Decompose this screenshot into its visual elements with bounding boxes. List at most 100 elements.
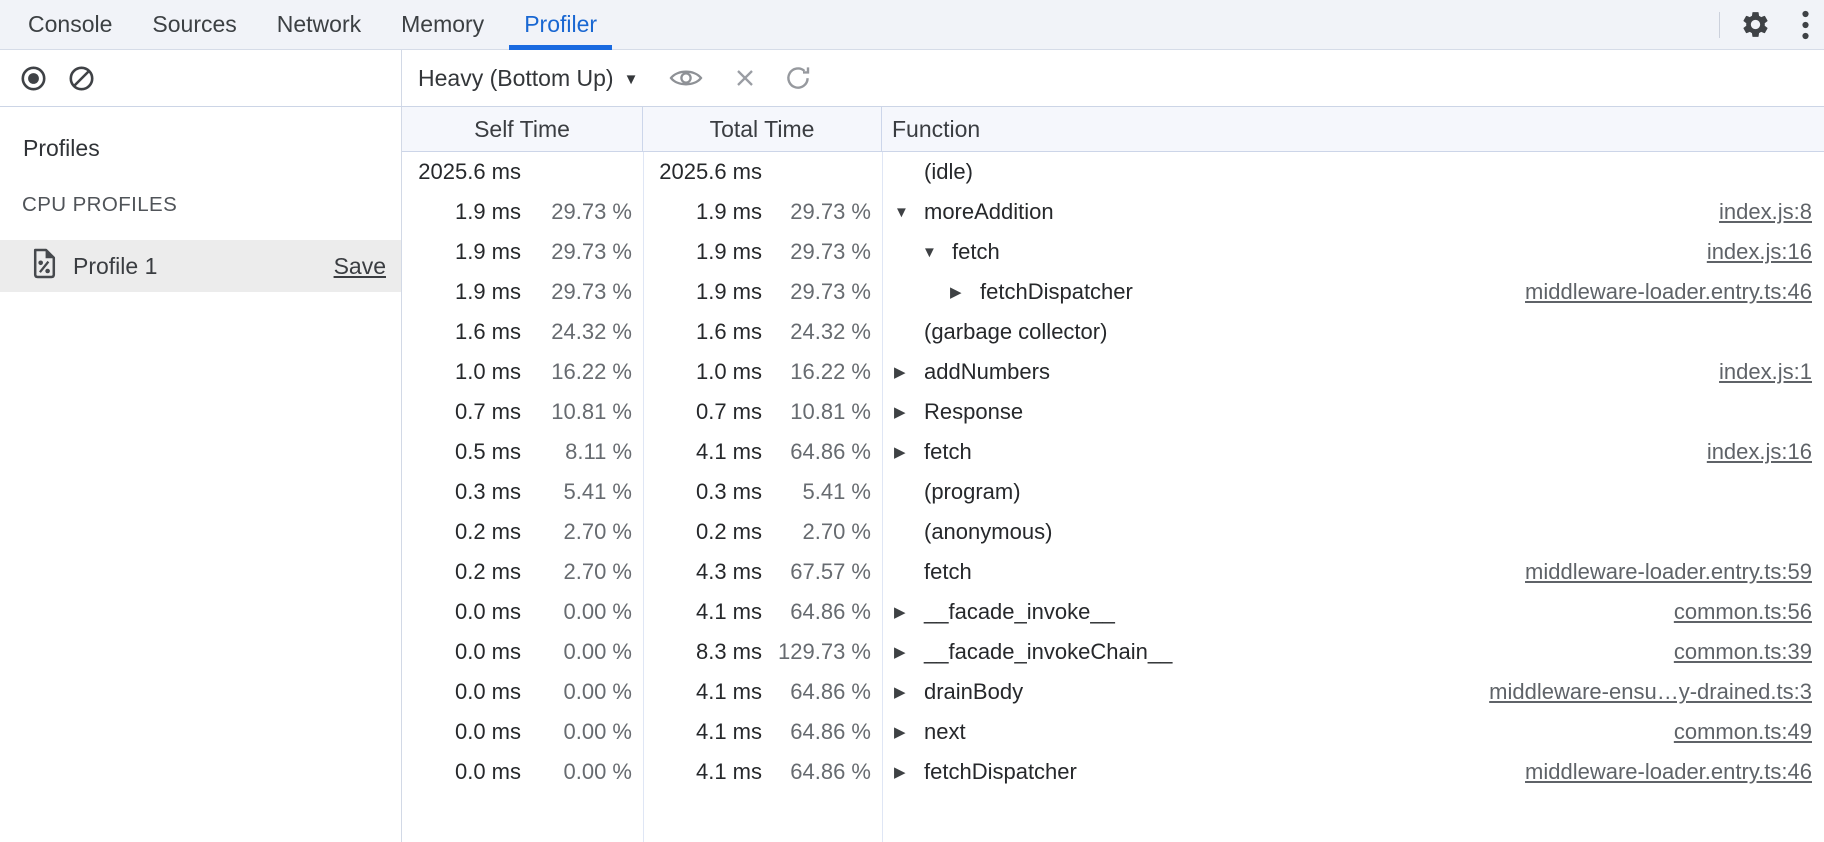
table-row[interactable]: 1.9 ms29.73 %1.9 ms29.73 %▶fetchDispatch… (402, 272, 1824, 312)
total-time-cell: 1.9 ms29.73 % (643, 232, 882, 272)
table-row[interactable]: 0.0 ms0.00 %4.1 ms64.86 %▶drainBodymiddl… (402, 672, 1824, 712)
expand-arrow-icon[interactable]: ▶ (894, 683, 924, 701)
total-time-percent: 64.86 % (762, 439, 882, 465)
record-button[interactable] (20, 65, 47, 92)
self-time-value: 1.9 ms (402, 239, 521, 265)
self-time-cell: 0.0 ms0.00 % (402, 752, 643, 792)
save-link[interactable]: Save (334, 253, 386, 280)
function-name: drainBody (924, 679, 1023, 705)
table-row[interactable]: 0.3 ms5.41 %0.3 ms5.41 %(program) (402, 472, 1824, 512)
table-row[interactable]: 2025.6 ms2025.6 ms(idle) (402, 152, 1824, 192)
total-time-percent: 5.41 % (762, 479, 882, 505)
self-time-cell: 1.6 ms24.32 % (402, 312, 643, 352)
panel-tabs: ConsoleSourcesNetworkMemoryProfiler (0, 0, 617, 49)
table-row[interactable]: 0.0 ms0.00 %4.1 ms64.86 %▶__facade_invok… (402, 592, 1824, 632)
total-time-cell: 4.1 ms64.86 % (643, 432, 882, 472)
expand-arrow-icon[interactable]: ▶ (894, 443, 924, 461)
self-time-percent: 2.70 % (521, 519, 643, 545)
table-row[interactable]: 0.0 ms0.00 %4.1 ms64.86 %▶nextcommon.ts:… (402, 712, 1824, 752)
kebab-menu-icon[interactable] (1801, 9, 1810, 41)
expand-arrow-icon[interactable]: ▶ (894, 763, 924, 781)
close-icon[interactable] (733, 66, 757, 90)
tab-memory[interactable]: Memory (384, 0, 501, 49)
eye-icon[interactable] (669, 65, 703, 91)
function-name: fetch (924, 559, 972, 585)
expand-arrow-icon[interactable]: ▶ (894, 603, 924, 621)
source-link[interactable]: common.ts:49 (1674, 719, 1824, 745)
total-time-cell: 1.6 ms24.32 % (643, 312, 882, 352)
table-row[interactable]: 0.0 ms0.00 %8.3 ms129.73 %▶__facade_invo… (402, 632, 1824, 672)
expand-arrow-icon[interactable]: ▶ (950, 283, 980, 301)
self-time-cell: 0.5 ms8.11 % (402, 432, 643, 472)
expand-arrow-icon[interactable]: ▶ (894, 723, 924, 741)
total-time-value: 4.1 ms (643, 719, 762, 745)
expand-arrow-icon[interactable]: ▶ (894, 403, 924, 421)
table-row[interactable]: 0.0 ms0.00 %4.1 ms64.86 %▶fetchDispatche… (402, 752, 1824, 792)
self-time-cell: 2025.6 ms (402, 152, 643, 192)
function-cell: ▶addNumbersindex.js:1 (882, 352, 1824, 392)
table-row[interactable]: 1.0 ms16.22 %1.0 ms16.22 %▶addNumbersind… (402, 352, 1824, 392)
source-link[interactable]: index.js:16 (1707, 439, 1824, 465)
table-row[interactable]: 1.9 ms29.73 %1.9 ms29.73 %▼moreAdditioni… (402, 192, 1824, 232)
total-time-value: 8.3 ms (643, 639, 762, 665)
settings-gear-icon[interactable] (1740, 9, 1771, 40)
self-time-percent: 29.73 % (521, 199, 643, 225)
expand-arrow-icon[interactable]: ▼ (922, 244, 952, 261)
table-row[interactable]: 0.2 ms2.70 %4.3 ms67.57 %fetchmiddleware… (402, 552, 1824, 592)
self-time-cell: 0.0 ms0.00 % (402, 632, 643, 672)
table-row[interactable]: 1.9 ms29.73 %1.9 ms29.73 %▼fetchindex.js… (402, 232, 1824, 272)
expand-arrow-icon[interactable]: ▶ (894, 363, 924, 381)
function-header[interactable]: Function (882, 107, 1824, 151)
source-link[interactable]: index.js:16 (1707, 239, 1824, 265)
source-link[interactable]: middleware-loader.entry.ts:59 (1525, 559, 1824, 585)
tab-network[interactable]: Network (260, 0, 378, 49)
tab-console[interactable]: Console (11, 0, 129, 49)
function-cell: ▼moreAdditionindex.js:8 (882, 192, 1824, 232)
function-cell: ▶__facade_invoke__common.ts:56 (882, 592, 1824, 632)
source-link[interactable]: index.js:1 (1719, 359, 1824, 385)
self-time-cell: 1.0 ms16.22 % (402, 352, 643, 392)
total-time-percent: 29.73 % (762, 279, 882, 305)
expand-arrow-icon[interactable]: ▶ (894, 643, 924, 661)
source-link[interactable]: common.ts:39 (1674, 639, 1824, 665)
self-time-cell: 0.2 ms2.70 % (402, 552, 643, 592)
source-link[interactable]: common.ts:56 (1674, 599, 1824, 625)
table-row[interactable]: 0.2 ms2.70 %0.2 ms2.70 %(anonymous) (402, 512, 1824, 552)
total-time-value: 0.3 ms (643, 479, 762, 505)
table-row[interactable]: 0.7 ms10.81 %0.7 ms10.81 %▶Response (402, 392, 1824, 432)
function-cell: ▶drainBody middleware-ensu…y-drained.ts:3 (882, 672, 1824, 712)
function-name: (garbage collector) (924, 319, 1107, 345)
table-row[interactable]: 1.6 ms24.32 %1.6 ms24.32 % (garbage colle… (402, 312, 1824, 352)
self-time-percent: 2.70 % (521, 559, 643, 585)
source-link[interactable]: middleware-loader.entry.ts:46 (1525, 279, 1824, 305)
self-time-value: 0.2 ms (402, 519, 521, 545)
profile-item[interactable]: Profile 1 Save (0, 240, 401, 292)
source-link[interactable]: index.js:8 (1719, 199, 1824, 225)
function-cell: ▶fetchindex.js:16 (882, 432, 1824, 472)
function-name: fetch (952, 239, 1000, 265)
total-time-value: 0.7 ms (643, 399, 762, 425)
self-time-percent: 16.22 % (521, 359, 643, 385)
self-time-cell: 0.0 ms0.00 % (402, 712, 643, 752)
total-time-header[interactable]: Total Time (643, 107, 882, 151)
indent-spacer (894, 292, 950, 293)
profile-document-icon (31, 247, 58, 285)
indent-spacer (894, 252, 922, 253)
total-time-value: 4.1 ms (643, 759, 762, 785)
self-time-percent: 0.00 % (521, 759, 643, 785)
tab-profiler[interactable]: Profiler (507, 0, 614, 49)
total-time-value: 0.2 ms (643, 519, 762, 545)
function-cell: fetch middleware-loader.entry.ts:59 (882, 552, 1824, 592)
source-link[interactable]: middleware-ensu…y-drained.ts:3 (1489, 679, 1824, 705)
table-row[interactable]: 0.5 ms8.11 %4.1 ms64.86 %▶fetchindex.js:… (402, 432, 1824, 472)
view-mode-dropdown[interactable]: Heavy (Bottom Up) ▼ (418, 65, 638, 92)
self-time-cell: 0.2 ms2.70 % (402, 512, 643, 552)
refresh-icon[interactable] (784, 64, 812, 92)
clear-button[interactable] (68, 65, 95, 92)
source-link[interactable]: middleware-loader.entry.ts:46 (1525, 759, 1824, 785)
expand-arrow-icon[interactable]: ▼ (894, 204, 924, 221)
tab-sources[interactable]: Sources (135, 0, 253, 49)
self-time-header[interactable]: Self Time (402, 107, 643, 151)
total-time-cell: 4.1 ms64.86 % (643, 672, 882, 712)
self-time-value: 0.5 ms (402, 439, 521, 465)
